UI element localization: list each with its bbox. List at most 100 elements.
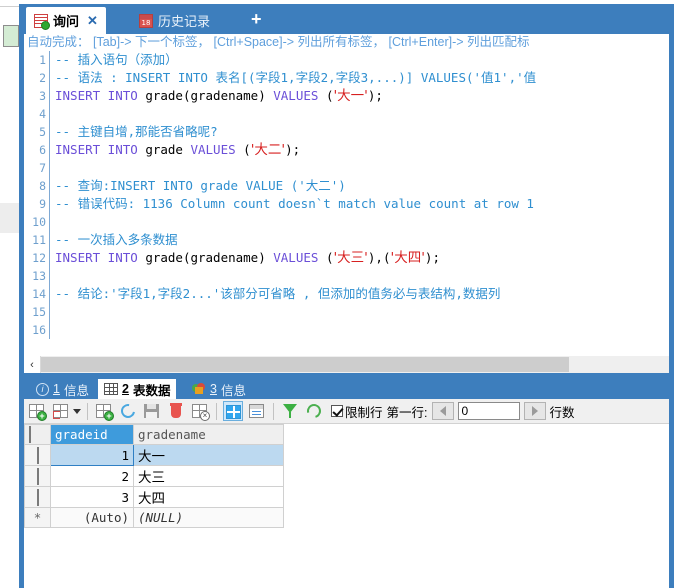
code-line[interactable]: -- 结论:'字段1,字段2...'该部分可省略 , 但添加的值务必与表结构,数… [55, 285, 669, 303]
tab-info-1-label: 信息 [63, 383, 89, 398]
new-record-row[interactable]: * (Auto) (NULL) [24, 507, 284, 528]
refresh-blue-button[interactable] [118, 401, 138, 421]
insert-record-button[interactable]: + [94, 401, 114, 421]
autocomplete-hint: 自动完成： [Tab]-> 下一个标签， [Ctrl+Space]-> 列出所有… [24, 34, 669, 51]
result-tabstrip: i 1 信息 2 表数据 3 信息 [24, 377, 669, 399]
row-checkbox-icon[interactable] [36, 446, 39, 464]
select-all-header[interactable] [24, 424, 51, 445]
code-lines[interactable]: -- 插入语句（添加） -- 语法 : INSERT INTO 表名[(字段1,字… [55, 51, 669, 339]
code-area[interactable]: 1 2 3 4 5 6 7 8 9 10 11 12 13 14 15 16 -- 插入语句（添加） -- 语法… [24, 51, 669, 339]
code-line[interactable] [55, 105, 669, 123]
column-header-gradename[interactable]: gradename [133, 424, 284, 445]
save-record-button[interactable] [142, 401, 162, 421]
cell-gradename[interactable]: 大三 [133, 465, 284, 487]
select-all-checkbox-icon[interactable] [29, 426, 31, 443]
new-record-gradeid[interactable]: (Auto) [50, 507, 134, 528]
code-token-string: '大三' [333, 250, 368, 266]
limit-rows-checkbox[interactable]: 限制行 [331, 402, 383, 421]
code-token-comment: -- 主键自增,那能否省略呢? [55, 124, 218, 139]
table-row[interactable]: 2 大三 [24, 465, 284, 487]
close-icon[interactable]: ✕ [87, 13, 98, 29]
refresh-button[interactable] [304, 401, 324, 421]
tab-table-data[interactable]: 2 表数据 [98, 379, 177, 399]
cell-gradename[interactable]: 大一 [133, 444, 284, 466]
code-line[interactable] [55, 159, 669, 177]
code-token-keyword: VALUES [190, 142, 244, 157]
delete-record-button[interactable] [166, 401, 186, 421]
record-options-button[interactable] [51, 401, 71, 421]
sql-editor[interactable]: 自动完成： [Tab]-> 下一个标签， [Ctrl+Space]-> 列出所有… [24, 34, 669, 356]
column-header-gradeid[interactable]: gradeid [50, 424, 134, 445]
code-line[interactable]: -- 错误代码: 1136 Column count doesn`t match… [55, 195, 669, 213]
chevron-down-icon[interactable] [73, 408, 81, 414]
code-line[interactable] [55, 213, 669, 231]
code-token-punct: ( [243, 142, 251, 157]
new-tab-button[interactable]: + [251, 10, 262, 28]
line-number: 1 [39, 53, 46, 67]
code-token-punct: ); [285, 142, 301, 157]
table-row[interactable]: 1 大一 [24, 444, 284, 466]
line-number: 15 [32, 305, 46, 319]
code-line[interactable]: INSERT INTO grade(gradename) VALUES ('大三… [55, 249, 669, 267]
data-grid[interactable]: gradeid gradename 1 大一 2 大三 3 大四 * (Auto) (NULL) [24, 424, 669, 581]
cancel-record-button[interactable]: × [190, 401, 210, 421]
line-number: 16 [32, 323, 46, 337]
code-line[interactable]: -- 一次插入多条数据 [55, 231, 669, 249]
grid-bottom-strip [24, 581, 669, 588]
code-line[interactable]: -- 查询:INSERT INTO grade VALUE ('大二') [55, 177, 669, 195]
code-token-string: '大四' [390, 250, 425, 266]
table-row[interactable]: 3 大四 [24, 486, 284, 508]
code-line[interactable] [55, 303, 669, 321]
cell-gradeid[interactable]: 3 [50, 486, 134, 508]
grid-toolbar: + + × 限制行 第一行: 0 行数 [24, 399, 669, 424]
sql-client-window: 询问 ✕ 18 历史记录 + 自动完成： [Tab]-> 下一个标签， [Ctr… [0, 0, 674, 588]
row-select-cell[interactable] [24, 465, 51, 487]
row-checkbox-icon[interactable] [36, 488, 39, 506]
new-record-gradename[interactable]: (NULL) [133, 507, 284, 528]
code-line[interactable] [55, 321, 669, 339]
code-line[interactable] [55, 267, 669, 285]
code-line[interactable]: -- 语法 : INSERT INTO 表名[(字段1,字段2,字段3,...)… [55, 69, 669, 87]
code-token-keyword: INSERT INTO [55, 142, 146, 157]
line-number: 2 [39, 71, 46, 85]
tab-info-1[interactable]: i 1 信息 [30, 379, 95, 399]
editor-horizontal-scrollbar[interactable]: ‹ [24, 356, 669, 373]
line-number: 10 [32, 215, 46, 229]
first-row-input[interactable] [457, 402, 520, 420]
trash-icon [170, 403, 182, 418]
row-select-cell[interactable] [24, 444, 51, 466]
filter-button[interactable] [280, 401, 300, 421]
tab-info-3[interactable]: 3 信息 [186, 379, 252, 399]
code-line[interactable]: -- 插入语句（添加） [55, 51, 669, 69]
tab-info-3-num: 3 [210, 382, 217, 396]
first-row-prev-button[interactable] [431, 402, 454, 420]
cell-gradeid[interactable]: 1 [50, 444, 134, 466]
code-line[interactable]: INSERT INTO grade VALUES ('大二'); [55, 141, 669, 159]
checkbox-icon[interactable] [331, 405, 343, 417]
tab-info-3-label: 信息 [220, 383, 246, 398]
code-line[interactable]: INSERT INTO grade(gradename) VALUES ('大一… [55, 87, 669, 105]
row-select-cell[interactable] [24, 486, 51, 508]
code-token-keyword: VALUES [273, 250, 326, 265]
grid-view-button[interactable] [223, 401, 243, 421]
chevron-right-icon [531, 406, 538, 416]
tab-query[interactable]: 询问 ✕ [26, 7, 106, 34]
row-checkbox-icon[interactable] [36, 467, 39, 485]
scroll-left-arrow-icon[interactable]: ‹ [24, 356, 41, 373]
cell-gradeid[interactable]: 2 [50, 465, 134, 487]
code-line[interactable]: -- 主键自增,那能否省略呢? [55, 123, 669, 141]
code-token-keyword: VALUES [273, 88, 326, 103]
form-view-button[interactable] [247, 401, 267, 421]
code-token-ident: grade(gradename) [145, 250, 274, 265]
scrollbar-thumb[interactable] [41, 357, 569, 372]
tree-node-icon[interactable] [3, 25, 19, 47]
add-record-button[interactable]: + [27, 401, 47, 421]
toolbar-separator-2 [216, 402, 217, 420]
refresh-green-icon [304, 401, 324, 421]
limit-rows-label: 限制行 [345, 405, 383, 420]
cell-gradename[interactable]: 大四 [133, 486, 284, 508]
blue-grid-icon [226, 405, 241, 419]
calendar-icon: 18 [139, 13, 153, 28]
tab-history[interactable]: 18 历史记录 [131, 7, 218, 34]
first-row-next-button[interactable] [523, 402, 546, 420]
